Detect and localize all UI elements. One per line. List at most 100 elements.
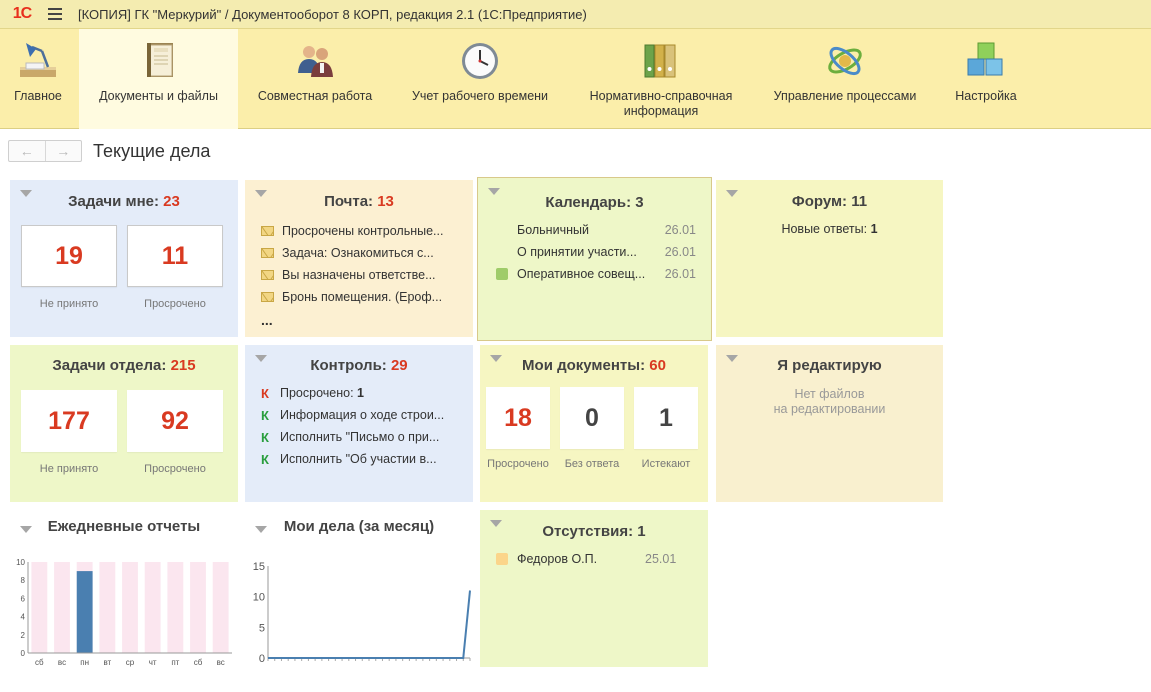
calendar-item[interactable]: О принятии участи... 26.01	[496, 241, 696, 263]
x-tick-label: вт	[103, 658, 111, 667]
dept-not-accepted-count[interactable]: 177	[21, 390, 117, 452]
section-processes[interactable]: Управление процессами	[762, 29, 928, 129]
bar-background	[54, 562, 70, 653]
widget-my-documents: Мои документы: 60 18 0 1 Просрочено Без …	[480, 345, 708, 502]
documents-binder-icon	[146, 43, 173, 77]
docs-overdue-count[interactable]: 18	[486, 387, 550, 449]
mail-item[interactable]: Задача: Ознакомиться с...	[261, 242, 443, 264]
bar-background	[99, 562, 116, 653]
navigation-row: ← → Текущие дела	[0, 130, 1151, 176]
x-tick-label: пт	[171, 658, 179, 667]
window-title: [КОПИЯ] ГК "Меркурий" / Документооборот …	[78, 6, 587, 22]
docs-expiring-count[interactable]: 1	[634, 387, 698, 449]
envelope-icon	[261, 248, 274, 258]
section-settings[interactable]: Настройка	[940, 29, 1032, 129]
section-label: Управление процессами	[773, 89, 917, 103]
mail-more-link[interactable]: ...	[261, 312, 443, 328]
widget-my-tasks-month: Мои дела (за месяц) 0 5 10 15	[245, 510, 473, 680]
y-tick-label: 0	[259, 653, 265, 665]
y-tick-label: 6	[21, 594, 26, 603]
x-tick-label: вс	[217, 658, 225, 667]
widget-calendar: Календарь: 3 Больничный 26.01 О принятии …	[477, 177, 712, 341]
mail-item[interactable]: Просрочены контрольные...	[261, 220, 443, 242]
calendar-list: Больничный 26.01 О принятии участи... 26.0…	[496, 219, 696, 285]
back-button[interactable]: ←	[9, 141, 45, 161]
app-logo[interactable]: 1С	[4, 3, 40, 25]
y-tick-label: 10	[16, 558, 25, 567]
widget-title: Контроль: 29	[310, 357, 408, 374]
mail-item[interactable]: Вы назначены ответстве...	[261, 264, 443, 286]
widget-daily-reports: Ежедневные отчеты 0 2 4 6 8 10 сб вс пн вт ср чт пт с…	[10, 510, 238, 680]
y-tick-label: 8	[21, 576, 26, 585]
main-menu-icon[interactable]	[48, 5, 68, 23]
section-label: Главное	[14, 89, 62, 103]
forum-new-replies[interactable]: Новые ответы: 1	[716, 222, 943, 236]
bar	[76, 571, 93, 653]
y-tick-label: 0	[21, 649, 26, 658]
section-collaboration[interactable]: Совместная работа	[240, 29, 390, 129]
history-buttons: ← →	[8, 140, 82, 162]
tasks-not-accepted-count[interactable]: 19	[21, 225, 117, 287]
docs-no-answer-count[interactable]: 0	[560, 387, 624, 449]
desk-lamp-icon	[20, 43, 56, 77]
caption: Истекают	[641, 458, 691, 470]
bar-background	[212, 562, 229, 653]
widget-absences: Отсутствия: 1 Федоров О.П. 25.01	[480, 510, 708, 667]
absence-item[interactable]: Федоров О.П. 25.01	[496, 548, 696, 570]
section-documents[interactable]: Документы и файлы	[79, 29, 238, 129]
y-tick-label: 4	[21, 613, 26, 622]
control-mark-icon: К	[261, 385, 269, 401]
cubes-icon	[967, 42, 1003, 76]
x-tick-label: ср	[126, 658, 135, 667]
widget-title: Почта: 13	[324, 193, 394, 210]
mail-item[interactable]: Бронь помещения. (Ероф...	[261, 286, 443, 308]
event-color-dot	[496, 268, 508, 280]
widget-title: Отсутствия: 1	[542, 523, 646, 540]
caption: Просрочено	[144, 463, 206, 475]
control-item[interactable]: К Исполнить "Письмо о при...	[261, 426, 444, 448]
caption: Не принято	[39, 298, 99, 310]
absence-color-dot	[496, 553, 508, 565]
widget-tasks-me: Задачи мне: 23 19 11 Не принято Просроче…	[10, 180, 238, 337]
bar-background	[31, 562, 48, 653]
page-title: Текущие дела	[93, 141, 211, 161]
folders-icon	[644, 44, 676, 78]
widget-mail: Почта: 13 Просрочены контрольные... Зада…	[245, 180, 473, 337]
series-line	[268, 590, 471, 659]
tasks-overdue-count[interactable]: 11	[127, 225, 223, 287]
control-mark-icon: К	[261, 407, 269, 423]
section-label: Нормативно-справочная информация	[589, 89, 733, 118]
control-item[interactable]: К Информация о ходе строи...	[261, 404, 444, 426]
widget-editing: Я редактирую Нет файлов на редактировании	[716, 345, 943, 502]
forward-button[interactable]: →	[44, 141, 82, 161]
widget-control: Контроль: 29 К Просрочено: 1 К Информация …	[245, 345, 473, 502]
event-color-dot	[496, 246, 508, 258]
logo-text: 1С	[12, 5, 32, 22]
x-tick-label: вс	[58, 658, 66, 667]
caption: Просрочено	[144, 298, 206, 310]
section-main[interactable]: Главное	[0, 29, 76, 129]
process-gear-icon	[828, 46, 862, 76]
calendar-item[interactable]: Оперативное совещ... 26.01	[496, 263, 696, 285]
bar-background	[122, 562, 138, 653]
envelope-icon	[261, 270, 274, 280]
dept-overdue-count[interactable]: 92	[127, 390, 223, 452]
y-tick-label: 10	[253, 592, 265, 604]
control-item[interactable]: К Исполнить "Об участии в...	[261, 448, 444, 470]
x-tick-label: пн	[80, 658, 89, 667]
widget-tasks-department: Задачи отдела: 215 177 92 Не принято Про…	[10, 345, 238, 502]
calendar-item[interactable]: Больничный 26.01	[496, 219, 696, 241]
control-item[interactable]: К Просрочено: 1	[261, 382, 444, 404]
my-tasks-chart: 0 5 10 15	[253, 561, 471, 665]
bar-background	[144, 562, 161, 653]
widget-forum: Форум: 11 Новые ответы: 1	[716, 180, 943, 337]
widget-title: Мои документы: 60	[522, 357, 666, 374]
editing-empty-message: Нет файлов на редактировании	[773, 387, 886, 416]
y-tick-label: 2	[21, 631, 26, 640]
absences-list: Федоров О.П. 25.01	[496, 548, 696, 570]
section-time-tracking[interactable]: Учет рабочего времени	[398, 29, 562, 129]
section-reference-info[interactable]: Нормативно-справочная информация	[575, 29, 747, 129]
control-list: К Просрочено: 1 К Информация о ходе строи.…	[261, 382, 444, 470]
title-bar: 1С [КОПИЯ] ГК "Меркурий" / Документообор…	[0, 0, 1151, 29]
bar-background	[167, 562, 184, 653]
